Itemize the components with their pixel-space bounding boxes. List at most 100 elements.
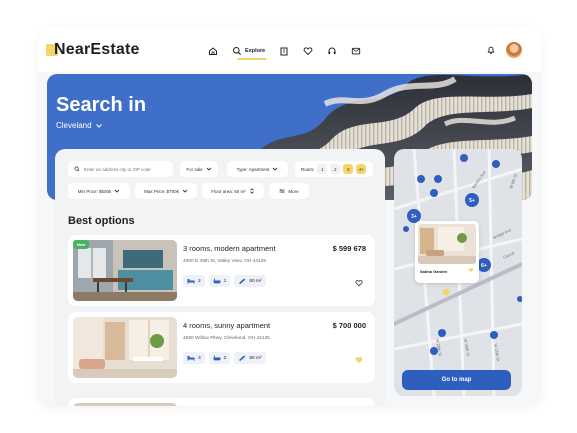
room-option-2[interactable]: 2: [330, 164, 341, 174]
search-icon: [74, 166, 80, 172]
section-title: Best options: [68, 215, 135, 227]
listing-address: 4560 Willow Pkwy, Cleveland, OH 44125: [183, 336, 270, 341]
bed-icon: [187, 279, 195, 284]
cluster-count: 3+: [411, 214, 417, 220]
more-filters-button[interactable]: More: [269, 183, 309, 199]
nav-messages[interactable]: [351, 42, 361, 60]
type-label: Type: Apartment: [236, 166, 270, 172]
ruler-icon: [239, 278, 246, 284]
baths-chip: 1: [208, 275, 231, 287]
room-option-1[interactable]: 1: [317, 164, 328, 174]
listing-card[interactable]: New 3 rooms, modern apartment $ 599 678 …: [68, 235, 375, 306]
baths-chip: 2: [208, 352, 231, 364]
favorite-heart-icon[interactable]: [355, 279, 363, 287]
new-badge: New: [73, 240, 90, 249]
type-dropdown[interactable]: Type: Apartment: [227, 161, 288, 177]
listing-title[interactable]: 4 rooms, sunny apartment: [183, 321, 270, 330]
room-option-3[interactable]: 3: [343, 164, 354, 174]
nav-favorites[interactable]: [303, 42, 313, 60]
baths-count: 2: [223, 355, 227, 361]
cluster-count: 6+: [481, 263, 487, 269]
area-chip: 60 m²: [234, 275, 266, 287]
max-price-label: Max Price: $700k: [144, 188, 179, 194]
room-label: Room:: [301, 166, 315, 172]
listing-price: $ 700 000: [332, 321, 366, 330]
street-label: W 26th St: [463, 338, 471, 357]
floor-area-label: Floor area: 60 m²: [211, 188, 246, 194]
search-field[interactable]: [68, 161, 173, 177]
favorite-heart-filled-icon[interactable]: [355, 356, 363, 364]
home-icon: [209, 47, 217, 55]
app-logo[interactable]: NearEstate: [54, 41, 140, 59]
nav-buildings[interactable]: [279, 42, 289, 60]
room-option-4plus[interactable]: 4+: [356, 164, 367, 174]
min-price-dropdown[interactable]: Min Price: $500k: [68, 183, 130, 199]
baths-count: 1: [223, 278, 227, 284]
bed-icon: [187, 356, 195, 361]
map-panel[interactable]: Wesley Ave W 8th St Bridge Ave Carroll W…: [394, 149, 522, 396]
nav-support[interactable]: [327, 42, 337, 60]
popup-label: Sabha Garden: [420, 269, 448, 274]
listing-address: 4300 E 49th St, Valley View, OH 44125: [183, 259, 267, 264]
chevron-down-icon: [206, 167, 211, 171]
app-window: NearEstate Explore Search in Cleveland E…: [38, 28, 541, 406]
search-input[interactable]: [84, 166, 172, 172]
nav-home[interactable]: [208, 42, 218, 60]
listing-features: 3 2 60 m²: [183, 352, 266, 364]
beds-chip: 2: [183, 275, 205, 287]
main-nav: Explore: [208, 42, 361, 60]
max-price-dropdown[interactable]: Max Price: $700k: [135, 183, 197, 199]
bathtub-icon: [213, 278, 221, 284]
nav-active-indicator: [237, 58, 267, 60]
beds-chip: 3: [183, 352, 205, 364]
top-navigation-bar: NearEstate Explore: [38, 28, 541, 72]
ruler-icon: [239, 355, 246, 361]
headset-icon: [328, 47, 336, 55]
listing-photo: [73, 240, 177, 301]
street-label: Carroll: [502, 250, 515, 260]
sliders-icon: [279, 189, 285, 193]
mail-icon: [352, 47, 361, 55]
hero-title: Search in: [56, 94, 147, 116]
listing-card[interactable]: 4 rooms, sunny apartment $ 700 000 4560 …: [68, 312, 375, 383]
street-label: W 8th St: [508, 172, 518, 189]
user-avatar[interactable]: [506, 42, 522, 58]
up-down-icon: [249, 188, 254, 194]
floor-area-stepper[interactable]: Floor area: 60 m²: [202, 183, 264, 199]
city-name: Cleveland: [56, 121, 92, 130]
search-panel: For sale Type: Apartment Room: 1 2 3 4+ …: [55, 149, 385, 406]
nav-explore-label: Explore: [245, 48, 266, 54]
building-icon: [280, 47, 288, 56]
bathtub-icon: [213, 355, 221, 361]
more-label: More: [288, 188, 299, 194]
bell-icon[interactable]: [486, 45, 496, 55]
go-to-map-button[interactable]: Go to map: [402, 370, 511, 390]
listing-features: 2 1 60 m²: [183, 275, 266, 287]
street-label: Bridge Ave: [492, 227, 512, 240]
chevron-down-icon: [273, 167, 278, 171]
favorite-heart-filled-icon[interactable]: [468, 267, 474, 273]
chevron-down-icon: [95, 123, 102, 128]
listing-card-partial[interactable]: [68, 398, 375, 406]
heart-icon: [303, 47, 313, 56]
listing-price: $ 599 678: [332, 244, 366, 253]
area-value: 60 m²: [249, 278, 262, 284]
for-sale-label: For sale: [186, 166, 203, 172]
room-filter: Room: 1 2 3 4+: [295, 161, 373, 177]
chevron-down-icon: [182, 189, 188, 193]
beds-count: 3: [198, 355, 201, 361]
area-value: 60 m²: [249, 355, 262, 361]
listing-photo: [73, 317, 177, 378]
chevron-down-icon: [114, 189, 120, 193]
listing-title[interactable]: 3 rooms, modern apartment: [183, 244, 276, 253]
beds-count: 2: [198, 278, 201, 284]
min-price-label: Min Price: $500k: [77, 188, 112, 194]
map-popup-card[interactable]: Sabha Garden: [415, 221, 479, 283]
popup-photo: [418, 224, 476, 264]
listing-photo: [73, 403, 177, 406]
for-sale-dropdown[interactable]: For sale: [180, 161, 218, 177]
city-selector[interactable]: Cleveland: [56, 121, 102, 130]
cluster-count: 5+: [469, 198, 475, 204]
search-icon: [233, 47, 241, 55]
area-chip: 60 m²: [234, 352, 266, 364]
